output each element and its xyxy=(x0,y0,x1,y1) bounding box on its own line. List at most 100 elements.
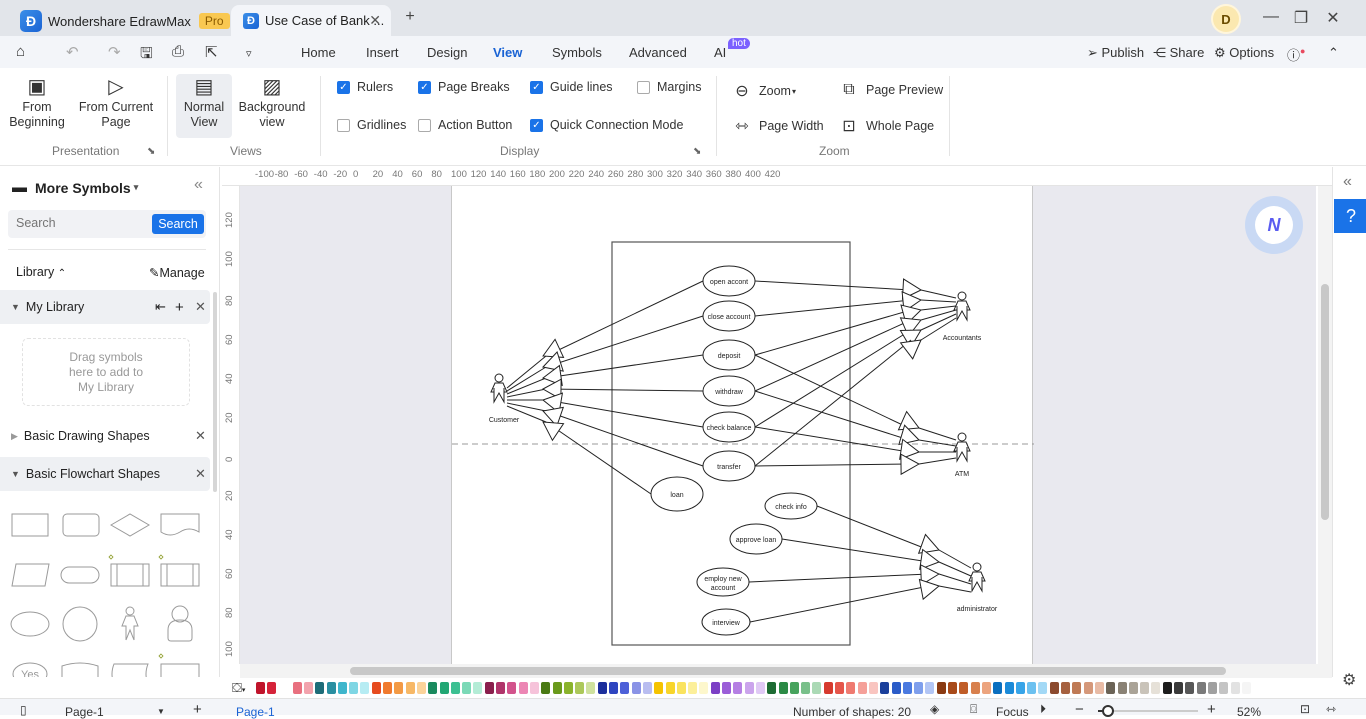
color-swatch[interactable] xyxy=(925,682,935,694)
color-swatch[interactable] xyxy=(948,682,957,694)
actor[interactable] xyxy=(957,432,967,442)
color-swatch[interactable] xyxy=(484,682,494,694)
color-swatch[interactable] xyxy=(292,682,302,694)
color-swatch[interactable] xyxy=(857,682,867,694)
color-swatch[interactable] xyxy=(1230,682,1240,694)
action-button-checkbox[interactable]: Action Button xyxy=(418,118,512,132)
page-preview-button[interactable]: ⧉ Page Preview xyxy=(840,81,943,99)
color-swatch[interactable] xyxy=(267,682,277,694)
panel-scrollbar[interactable] xyxy=(213,292,217,492)
color-swatch[interactable] xyxy=(349,682,359,694)
menu-insert[interactable]: Insert xyxy=(366,45,399,60)
home-icon[interactable]: ⌂ xyxy=(16,43,25,60)
zoom-slider-handle[interactable] xyxy=(1102,705,1114,717)
publish-button[interactable]: ➢ Publish xyxy=(1087,45,1144,61)
more-symbols-dropdown[interactable]: ▬ More Symbols ▾ xyxy=(12,179,138,196)
options-button[interactable]: ⚙ Options xyxy=(1214,45,1274,61)
color-swatch[interactable] xyxy=(405,682,415,694)
color-swatch[interactable] xyxy=(597,682,607,694)
color-swatch[interactable] xyxy=(496,682,505,694)
gridlines-checkbox[interactable]: Gridlines xyxy=(337,118,406,132)
manage-button[interactable]: ✎Manage xyxy=(149,265,205,280)
color-swatch[interactable] xyxy=(812,682,822,694)
horizontal-scrollbar[interactable] xyxy=(240,664,1332,678)
menu-ai[interactable]: AI xyxy=(714,45,726,60)
color-swatch[interactable] xyxy=(722,682,731,694)
zoom-in-button[interactable]: + xyxy=(1207,701,1216,718)
print-icon[interactable]: ⎙ xyxy=(172,43,184,60)
color-swatch[interactable] xyxy=(755,682,765,694)
symbol-search-input[interactable] xyxy=(16,216,146,230)
scroll-thumb[interactable] xyxy=(350,667,1226,675)
color-swatch[interactable] xyxy=(1174,682,1183,694)
close-window-icon[interactable]: ✕ xyxy=(1321,8,1345,28)
help-menu-icon[interactable]: ⓘ● xyxy=(1287,45,1305,64)
color-swatch[interactable] xyxy=(710,682,720,694)
close-icon[interactable]: ✕ xyxy=(195,428,206,444)
color-swatch[interactable] xyxy=(586,682,596,694)
color-swatch[interactable] xyxy=(665,682,675,694)
color-swatch[interactable] xyxy=(801,682,811,694)
color-swatch[interactable] xyxy=(1027,682,1037,694)
restore-icon[interactable]: ❐ xyxy=(1289,8,1313,28)
page-width-button[interactable]: ⇿ Page Width xyxy=(733,116,823,136)
guide-lines-checkbox[interactable]: ✓ Guide lines xyxy=(530,80,613,94)
color-swatch[interactable] xyxy=(835,682,844,694)
zoom-slider[interactable] xyxy=(1098,705,1198,717)
color-swatch[interactable] xyxy=(914,682,924,694)
use-case-diagram[interactable]: open accont close account deposit withdraw c… xyxy=(452,186,1034,664)
presentation-launcher-icon[interactable]: ⬊ xyxy=(147,146,155,157)
color-swatch[interactable] xyxy=(416,682,426,694)
color-swatch[interactable] xyxy=(541,682,551,694)
layers-icon[interactable]: ◈ xyxy=(930,702,939,716)
color-swatch[interactable] xyxy=(891,682,901,694)
color-swatch[interactable] xyxy=(970,682,980,694)
scroll-thumb[interactable] xyxy=(1321,284,1329,520)
color-swatch[interactable] xyxy=(733,682,743,694)
import-icon[interactable]: ⇤ xyxy=(155,299,166,315)
quick-connection-mode-checkbox[interactable]: ✓ Quick Connection Mode xyxy=(530,118,683,132)
color-swatch[interactable] xyxy=(936,682,946,694)
color-swatch[interactable] xyxy=(1128,682,1138,694)
redo-icon[interactable]: ↷ xyxy=(108,43,121,61)
color-swatch[interactable] xyxy=(631,682,641,694)
color-swatch[interactable] xyxy=(360,682,370,694)
color-swatch[interactable] xyxy=(303,682,313,694)
collapse-panel-icon[interactable]: « xyxy=(194,176,203,194)
page-selector[interactable]: Page-1 xyxy=(65,705,104,719)
color-swatch[interactable] xyxy=(676,682,686,694)
color-swatch[interactable] xyxy=(902,682,912,694)
color-swatch[interactable] xyxy=(1117,682,1127,694)
color-swatch[interactable] xyxy=(383,682,392,694)
color-swatch[interactable] xyxy=(439,682,449,694)
horizontal-ruler[interactable]: -100 -80 -60 -40 -20 0 20 40 60 80 100 120 140 160 180… xyxy=(222,167,1332,186)
color-swatch[interactable] xyxy=(552,682,562,694)
color-swatch[interactable] xyxy=(518,682,528,694)
zoom-out-button[interactable]: − xyxy=(1075,701,1084,718)
color-swatch[interactable] xyxy=(609,682,618,694)
from-beginning-button[interactable]: ▣ From Beginning xyxy=(8,74,66,130)
expand-panel-icon[interactable]: « xyxy=(1343,173,1352,191)
color-swatch[interactable] xyxy=(1241,682,1251,694)
minimize-icon[interactable]: — xyxy=(1259,8,1283,26)
share-button[interactable]: ⋲ Share xyxy=(1153,45,1204,61)
actor[interactable] xyxy=(957,291,967,301)
color-swatch[interactable] xyxy=(1207,682,1217,694)
color-swatch[interactable] xyxy=(1185,682,1195,694)
color-swatch[interactable] xyxy=(315,682,325,694)
color-swatch[interactable] xyxy=(462,682,472,694)
document-tab[interactable]: Ð Use Case of Bank ... ✕ xyxy=(231,5,391,36)
page-tab-active[interactable]: Page-1 xyxy=(236,705,275,719)
undo-icon[interactable]: ↶ xyxy=(66,43,79,61)
color-swatch[interactable] xyxy=(767,682,777,694)
color-swatch[interactable] xyxy=(880,682,890,694)
zoom-level[interactable]: 52% xyxy=(1237,705,1261,719)
color-swatch[interactable] xyxy=(575,682,585,694)
color-swatch[interactable] xyxy=(256,682,265,694)
color-swatch[interactable] xyxy=(326,682,336,694)
menu-design[interactable]: Design xyxy=(427,45,467,60)
color-swatch[interactable] xyxy=(620,682,630,694)
basic-drawing-shapes-header[interactable]: ▶ Basic Drawing Shapes ✕ xyxy=(0,419,210,453)
color-swatch[interactable] xyxy=(789,682,799,694)
ai-assistant-button[interactable]: N xyxy=(1245,196,1303,254)
